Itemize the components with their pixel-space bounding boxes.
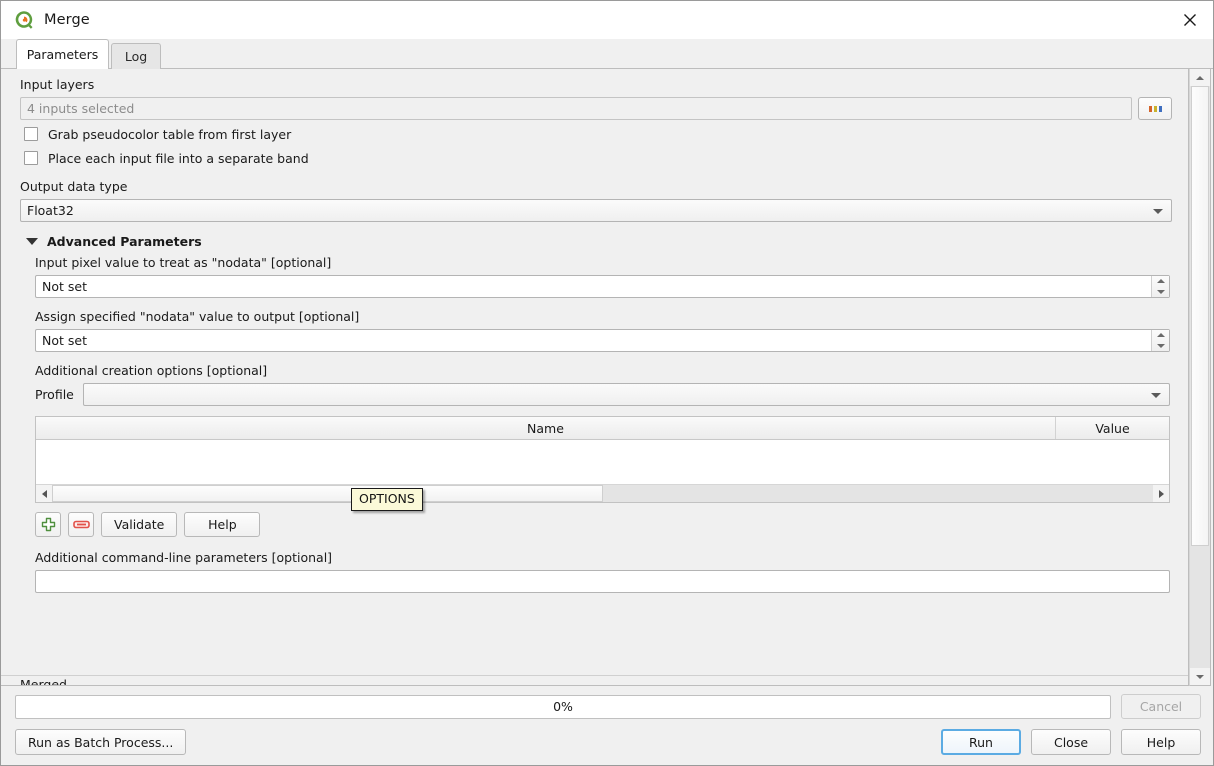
advanced-parameters-body: Input pixel value to treat as "nodata" […: [20, 255, 1172, 593]
checkbox-grab-pseudocolor[interactable]: Grab pseudocolor table from first layer: [24, 124, 1172, 144]
creation-options-label: Additional creation options [optional]: [35, 363, 268, 378]
options-help-button-label: Help: [208, 517, 237, 532]
window-title: Merge: [44, 12, 90, 28]
progress-text: 0%: [553, 699, 573, 714]
footer-help-button[interactable]: Help: [1121, 729, 1201, 755]
input-layers-value: 4 inputs selected: [27, 101, 135, 116]
tab-log[interactable]: Log: [111, 43, 161, 69]
checkbox-separate-band[interactable]: Place each input file into a separate ba…: [24, 148, 1172, 168]
parameters-content: Input layers 4 inputs selected Grab pseu…: [1, 69, 1188, 685]
minus-icon[interactable]: [68, 512, 94, 537]
input-layers-row: 4 inputs selected: [20, 97, 1172, 120]
command-line-label: Additional command-line parameters [opti…: [35, 550, 333, 565]
section-divider: [1, 675, 1188, 676]
footer-button-row: Run as Batch Process... Run Close Help: [15, 729, 1201, 755]
advanced-parameters-label: Advanced Parameters: [47, 234, 202, 249]
run-as-batch-button-label: Run as Batch Process...: [28, 734, 174, 750]
assign-nodata-value: Not set: [42, 333, 87, 348]
dialog-footer: 0% Cancel Run as Batch Process... Run Cl…: [1, 686, 1213, 765]
triangle-down-icon: [26, 238, 38, 245]
table-horizontal-scrollbar[interactable]: [36, 484, 1169, 502]
table-header-name[interactable]: Name: [36, 417, 1056, 439]
vscroll-thumb[interactable]: [1191, 86, 1209, 546]
progress-row: 0% Cancel: [15, 694, 1201, 719]
scroll-right-icon[interactable]: [1153, 485, 1169, 502]
chevron-down-icon: [1151, 392, 1161, 398]
options-help-button[interactable]: Help: [184, 512, 261, 537]
profile-row: Profile: [35, 383, 1170, 406]
advanced-parameters-toggle[interactable]: Advanced Parameters: [26, 234, 1172, 249]
profile-select[interactable]: [83, 383, 1170, 406]
assign-nodata-label: Assign specified "nodata" value to outpu…: [35, 309, 360, 324]
progress-bar: 0%: [15, 694, 1111, 719]
tab-parameters[interactable]: Parameters: [16, 39, 109, 69]
clipped-output-label: Merged: [20, 677, 67, 685]
spin-up-icon[interactable]: [1152, 276, 1169, 287]
table-header-row: Name Value: [36, 417, 1169, 440]
chevron-down-icon: [1153, 208, 1163, 214]
command-line-input[interactable]: [35, 570, 1170, 593]
run-as-batch-button[interactable]: Run as Batch Process...: [15, 729, 187, 755]
plus-icon[interactable]: [35, 512, 61, 537]
spin-down-icon[interactable]: [1152, 341, 1169, 352]
hscroll-thumb[interactable]: [52, 485, 603, 502]
scroll-down-icon[interactable]: [1190, 668, 1210, 685]
run-button-label: Run: [969, 734, 993, 750]
close-button-label: Close: [1053, 734, 1089, 750]
footer-help-button-label: Help: [1146, 734, 1176, 750]
table-body[interactable]: [36, 440, 1169, 484]
checkbox-grab-pseudocolor-label: Grab pseudocolor table from first layer: [48, 126, 292, 142]
spin-up-icon[interactable]: [1152, 330, 1169, 341]
parameters-panel-wrapper: Input layers 4 inputs selected Grab pseu…: [1, 69, 1211, 686]
input-layers-label: Input layers: [20, 77, 95, 92]
input-layers-field[interactable]: 4 inputs selected: [20, 97, 1132, 120]
title-bar: Merge: [1, 1, 1213, 39]
table-toolbar: Validate Help: [35, 512, 1170, 537]
vscroll-track[interactable]: [1190, 86, 1210, 668]
close-button[interactable]: Close: [1031, 729, 1111, 755]
assign-nodata-spin-buttons[interactable]: [1151, 330, 1169, 351]
tab-strip: Parameters Log: [1, 39, 1213, 69]
panel-vertical-scrollbar[interactable]: [1189, 69, 1211, 686]
checkbox-box[interactable]: [24, 127, 38, 141]
validate-button-label: Validate: [114, 517, 165, 532]
tab-log-label: Log: [124, 49, 148, 64]
cancel-button-label: Cancel: [1139, 699, 1183, 714]
output-data-type-select[interactable]: Float32: [20, 199, 1172, 222]
tab-parameters-label: Parameters: [26, 47, 99, 62]
merge-dialog-window: Merge Parameters Log Input layers 4 inpu…: [0, 0, 1214, 766]
options-tooltip-text: OPTIONS: [359, 491, 415, 506]
validate-button[interactable]: Validate: [101, 512, 178, 537]
checkbox-separate-band-label: Place each input file into a separate ba…: [48, 150, 309, 166]
profile-label: Profile: [35, 387, 74, 402]
options-tooltip: OPTIONS: [351, 488, 423, 511]
close-icon[interactable]: [1167, 1, 1213, 39]
hscroll-track[interactable]: [52, 485, 1153, 502]
input-nodata-label: Input pixel value to treat as "nodata" […: [35, 255, 332, 270]
output-data-type-value: Float32: [27, 203, 74, 218]
spin-down-icon[interactable]: [1152, 287, 1169, 298]
qgis-logo-icon: [13, 9, 35, 31]
output-data-type-label: Output data type: [20, 179, 128, 194]
input-nodata-value: Not set: [42, 279, 87, 294]
assign-nodata-stepper[interactable]: Not set: [35, 329, 1170, 352]
input-nodata-spin-buttons[interactable]: [1151, 276, 1169, 297]
creation-options-table: Name Value: [35, 416, 1170, 503]
table-header-value[interactable]: Value: [1056, 417, 1169, 439]
checkbox-box[interactable]: [24, 151, 38, 165]
scroll-up-icon[interactable]: [1190, 69, 1210, 86]
parameters-panel: Input layers 4 inputs selected Grab pseu…: [1, 69, 1189, 686]
input-nodata-stepper[interactable]: Not set: [35, 275, 1170, 298]
cancel-button[interactable]: Cancel: [1121, 694, 1201, 719]
run-button[interactable]: Run: [941, 729, 1021, 755]
scroll-left-icon[interactable]: [36, 485, 52, 502]
ellipsis-dots-icon[interactable]: [1138, 97, 1172, 120]
